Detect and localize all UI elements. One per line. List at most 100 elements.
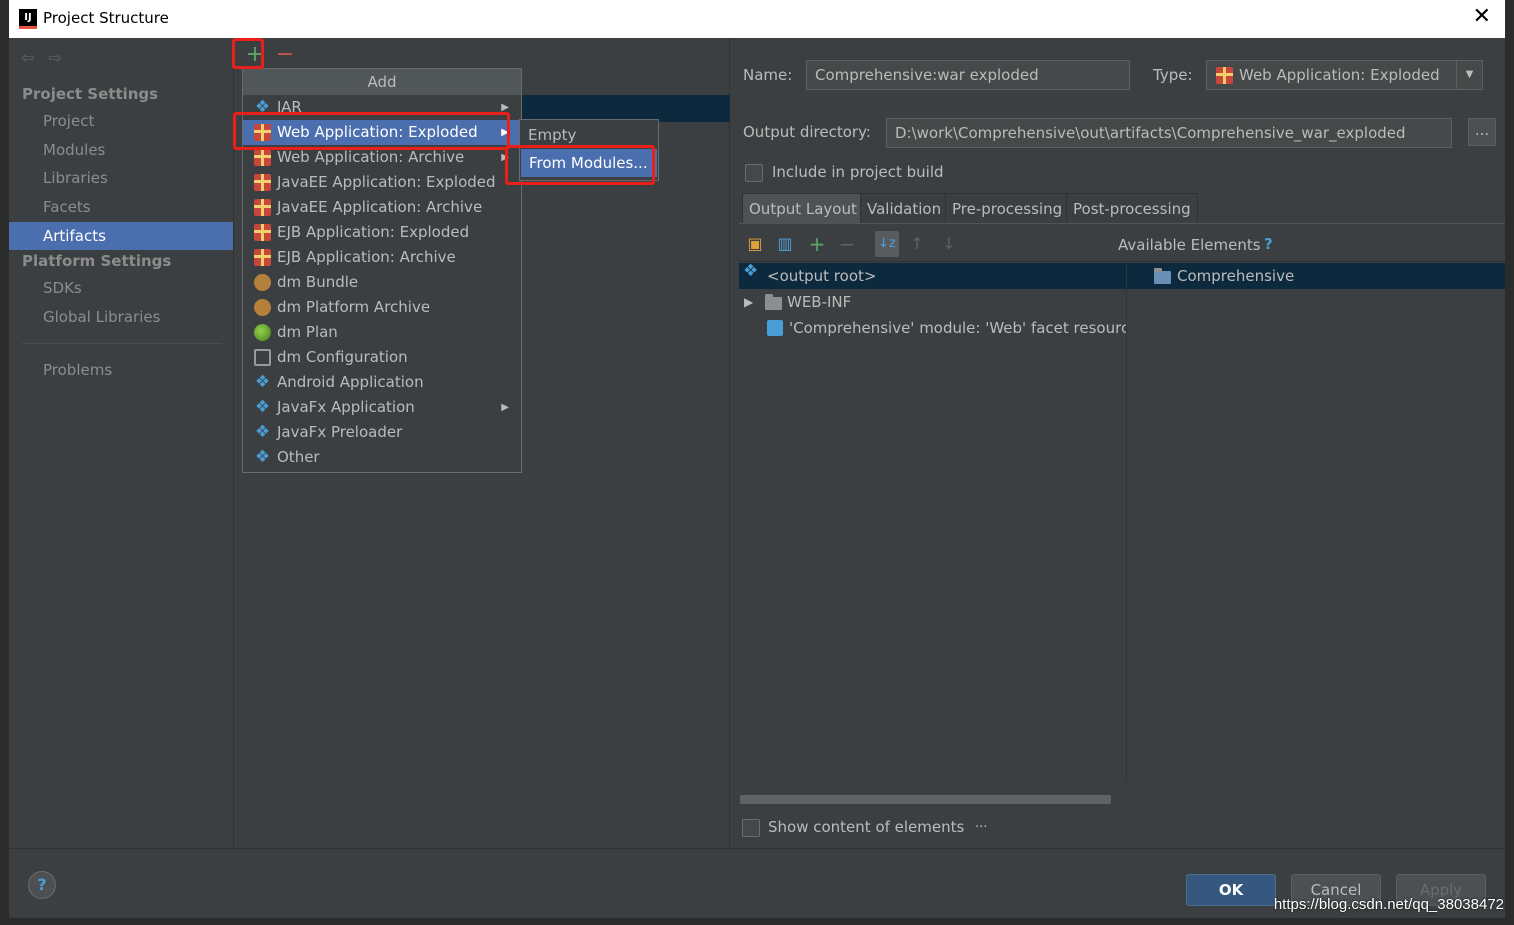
add-menu-header: Add bbox=[243, 69, 521, 95]
show-content-checkbox[interactable] bbox=[742, 819, 760, 837]
menu-item-label: dm Configuration bbox=[277, 348, 408, 366]
watermark-text: https://blog.csdn.net/qq_38038472 bbox=[1273, 896, 1504, 913]
tree-row-label: <output root> bbox=[767, 267, 877, 285]
menu-item-label: EJB Application: Exploded bbox=[277, 223, 470, 241]
move-up-icon[interactable]: ↑ bbox=[907, 234, 927, 254]
tree-row-label: 'Comprehensive' module: 'Web' facet reso… bbox=[789, 319, 1127, 337]
name-label: Name: bbox=[743, 66, 793, 84]
menu-item-other[interactable]: ❖ Other bbox=[243, 445, 521, 470]
window-title: Project Structure bbox=[43, 9, 169, 27]
available-elements-tree: Comprehensive bbox=[1126, 262, 1505, 782]
intellij-app-icon: IJ bbox=[19, 9, 37, 29]
horizontal-scrollbar[interactable] bbox=[740, 795, 1111, 804]
menu-item-javaee-application-archive[interactable]: JavaEE Application: Archive bbox=[243, 195, 521, 220]
browse-output-button[interactable]: ... bbox=[1468, 118, 1496, 146]
tab-output-layout[interactable]: Output Layout bbox=[742, 193, 864, 223]
menu-item-label: JavaEE Application: Archive bbox=[277, 198, 483, 216]
remove-artifact-icon[interactable]: − bbox=[272, 43, 298, 69]
platform-settings-heading: Platform Settings bbox=[22, 252, 172, 270]
background-edge-right bbox=[1505, 0, 1514, 925]
menu-item-label: JavaFx Preloader bbox=[277, 423, 403, 441]
menu-item-label: JavaEE Application: Exploded bbox=[277, 173, 496, 191]
artifact-details-panel: Name: Comprehensive:war exploded Type: W… bbox=[730, 38, 1505, 848]
doc-icon bbox=[254, 349, 271, 366]
sidebar-item-global-libraries[interactable]: Global Libraries bbox=[9, 303, 233, 331]
chevron-down-icon[interactable]: ▼ bbox=[1456, 61, 1482, 89]
archive-icon[interactable]: ▥ bbox=[775, 234, 795, 254]
output-layout-tree: ❖ <output root> ▶ WEB-INF 'Comprehensive… bbox=[739, 262, 1127, 782]
diamond-icon: ❖ bbox=[254, 422, 271, 442]
selected-artifact-row[interactable] bbox=[512, 95, 731, 122]
sidebar-item-artifacts[interactable]: Artifacts bbox=[9, 222, 233, 250]
settings-sidebar: ⇦⇨ Project Settings Project Modules Libr… bbox=[9, 38, 233, 848]
remove-element-icon[interactable]: − bbox=[837, 234, 857, 254]
tree-row-label: Comprehensive bbox=[1177, 267, 1295, 285]
menu-item-dm-platform-archive[interactable]: dm Platform Archive bbox=[243, 295, 521, 320]
close-icon[interactable]: ✕ bbox=[1473, 4, 1491, 29]
forward-arrow-icon[interactable]: ⇨ bbox=[48, 48, 75, 67]
web-facet-icon bbox=[767, 320, 783, 336]
sidebar-item-problems[interactable]: Problems bbox=[9, 356, 233, 384]
diamond-icon: ❖ bbox=[743, 263, 759, 281]
gift-icon bbox=[1216, 67, 1233, 84]
output-directory-field[interactable]: D:\work\Comprehensive\out\artifacts\Comp… bbox=[886, 118, 1452, 148]
include-in-build-label: Include in project build bbox=[772, 163, 944, 181]
sidebar-item-libraries[interactable]: Libraries bbox=[9, 164, 233, 192]
output-layout-toolbar: ▣ ▥ + − ↓z ↑ ↓ Available Elements ? bbox=[739, 226, 1505, 262]
module-folder-icon bbox=[1154, 268, 1171, 284]
move-down-icon[interactable]: ↓ bbox=[939, 234, 959, 254]
sidebar-divider bbox=[22, 343, 222, 344]
menu-item-dm-configuration[interactable]: dm Configuration bbox=[243, 345, 521, 370]
help-icon[interactable]: ? bbox=[28, 871, 56, 899]
menu-item-javaee-application-exploded[interactable]: JavaEE Application: Exploded bbox=[243, 170, 521, 195]
tab-post-processing[interactable]: Post-processing bbox=[1066, 193, 1198, 223]
diamond-icon: ❖ bbox=[254, 397, 271, 417]
back-arrow-icon[interactable]: ⇦ bbox=[21, 48, 48, 67]
help-question-icon[interactable]: ? bbox=[1264, 235, 1273, 253]
new-folder-icon[interactable]: ▣ bbox=[745, 234, 765, 254]
type-value: Web Application: Exploded bbox=[1239, 66, 1440, 84]
highlight-from-modules bbox=[505, 145, 655, 185]
project-settings-heading: Project Settings bbox=[22, 85, 159, 103]
menu-item-javafx-application[interactable]: ❖ JavaFx Application ▶ bbox=[243, 395, 521, 420]
menu-item-label: Android Application bbox=[277, 373, 424, 391]
name-field[interactable]: Comprehensive:war exploded bbox=[806, 60, 1130, 90]
ok-button[interactable]: OK bbox=[1186, 874, 1276, 906]
menu-item-android-application[interactable]: ❖ Android Application bbox=[243, 370, 521, 395]
tree-row-web-inf[interactable]: ▶ WEB-INF bbox=[739, 289, 1127, 315]
show-content-options-button[interactable]: ... bbox=[975, 816, 987, 831]
diamond-icon: ❖ bbox=[254, 372, 271, 392]
menu-item-label: dm Bundle bbox=[277, 273, 359, 291]
tabs-divider bbox=[739, 223, 1505, 224]
tab-validation[interactable]: Validation bbox=[860, 193, 949, 223]
sidebar-item-modules[interactable]: Modules bbox=[9, 136, 233, 164]
title-bar: IJ Project Structure ✕ bbox=[9, 0, 1505, 38]
menu-item-label: Other bbox=[277, 448, 320, 466]
available-elements-label: Available Elements bbox=[1118, 236, 1261, 254]
sidebar-item-project[interactable]: Project bbox=[9, 107, 233, 135]
gift-icon bbox=[254, 149, 271, 166]
gift-icon bbox=[254, 199, 271, 216]
menu-item-label: dm Platform Archive bbox=[277, 298, 431, 316]
type-combobox[interactable]: Web Application: Exploded ▼ bbox=[1206, 60, 1483, 90]
menu-item-javafx-preloader[interactable]: ❖ JavaFx Preloader bbox=[243, 420, 521, 445]
tree-row-facet-resource[interactable]: 'Comprehensive' module: 'Web' facet reso… bbox=[739, 315, 1127, 341]
menu-item-ejb-application-archive[interactable]: EJB Application: Archive bbox=[243, 245, 521, 270]
tree-row-output-root[interactable]: ❖ <output root> bbox=[739, 263, 1127, 289]
tree-row-comprehensive[interactable]: Comprehensive bbox=[1127, 263, 1505, 289]
expand-arrow-icon[interactable]: ▶ bbox=[744, 289, 753, 315]
sidebar-item-sdks[interactable]: SDKs bbox=[9, 274, 233, 302]
sort-icon[interactable]: ↓z bbox=[875, 231, 899, 257]
menu-item-label: JavaFx Application bbox=[277, 398, 415, 416]
add-element-icon[interactable]: + bbox=[807, 234, 827, 254]
menu-item-ejb-application-exploded[interactable]: EJB Application: Exploded bbox=[243, 220, 521, 245]
include-in-build-checkbox[interactable] bbox=[745, 164, 763, 182]
plan-icon bbox=[254, 324, 271, 341]
menu-item-dm-plan[interactable]: dm Plan bbox=[243, 320, 521, 345]
output-directory-label: Output directory: bbox=[743, 123, 871, 141]
diamond-icon: ❖ bbox=[254, 447, 271, 467]
sidebar-item-facets[interactable]: Facets bbox=[9, 193, 233, 221]
tab-pre-processing[interactable]: Pre-processing bbox=[945, 193, 1070, 223]
background-edge-left bbox=[0, 0, 9, 925]
menu-item-dm-bundle[interactable]: dm Bundle bbox=[243, 270, 521, 295]
